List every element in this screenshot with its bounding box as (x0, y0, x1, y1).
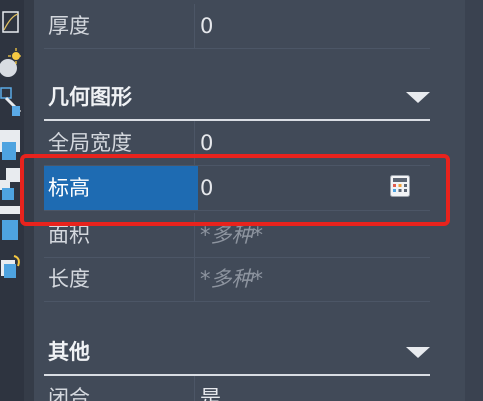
blocks-icon[interactable] (0, 128, 22, 252)
properties-window: 厚度 0 几何图形 全局宽度 0 标高 0 面积 *多种* 长度 *多种* 其他 (0, 0, 483, 401)
property-row-global-width[interactable]: 全局宽度 0 (44, 121, 430, 166)
toolstrip (0, 0, 25, 401)
section-title: 几何图形 (48, 85, 132, 109)
rectangle-icon[interactable] (2, 8, 20, 40)
chevron-down-icon[interactable] (406, 347, 430, 358)
property-row-length[interactable]: 长度 *多种* (44, 257, 430, 302)
property-value[interactable]: *多种* (200, 213, 420, 257)
toolstrip-divider (24, 0, 34, 401)
property-row-thickness[interactable]: 厚度 0 (44, 4, 430, 49)
section-title: 其他 (48, 340, 90, 364)
property-label: 全局宽度 (48, 121, 195, 165)
sun-icon[interactable] (0, 46, 22, 86)
paint-icon[interactable] (0, 86, 22, 124)
properties-panel: 厚度 0 几何图形 全局宽度 0 标高 0 面积 *多种* 长度 *多种* 其他 (34, 0, 483, 401)
property-label: 闭合 (48, 376, 195, 401)
chevron-down-icon[interactable] (406, 92, 430, 103)
calculator-icon[interactable] (390, 175, 410, 197)
property-value[interactable]: *多种* (200, 257, 420, 301)
section-header-other[interactable]: 其他 (44, 330, 430, 376)
property-label: 标高 (44, 166, 198, 210)
property-value[interactable]: 是 (200, 376, 420, 401)
property-value[interactable]: 0 (200, 4, 420, 48)
property-value[interactable]: 0 (200, 121, 420, 165)
property-value[interactable]: 0 (200, 166, 420, 210)
scrollbar[interactable] (465, 0, 483, 401)
undo-icon[interactable] (0, 252, 22, 290)
property-row-area[interactable]: 面积 *多种* (44, 213, 430, 258)
section-header-geometry[interactable]: 几何图形 (44, 75, 430, 121)
property-row-elevation[interactable]: 标高 0 (44, 166, 430, 211)
property-label: 长度 (48, 257, 195, 301)
property-label: 厚度 (48, 4, 195, 48)
property-row-closed[interactable]: 闭合 是 (44, 376, 430, 401)
property-label: 面积 (48, 213, 195, 257)
